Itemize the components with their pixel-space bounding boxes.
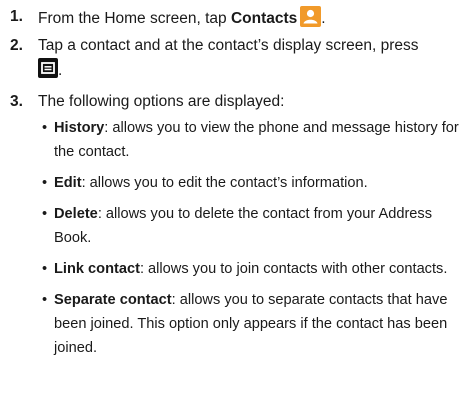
bullet-glyph: • [42, 120, 48, 136]
option-description: : allows you to edit the contact’s infor… [81, 175, 368, 191]
step-number: 3. [10, 93, 23, 110]
bullet-glyph: • [42, 206, 48, 222]
step-suffix: . [321, 10, 326, 27]
bullet-glyph: • [42, 175, 48, 191]
option-term: History [54, 120, 105, 136]
option-description: : allows you to view the phone and messa… [54, 120, 459, 160]
contacts-app-icon [300, 6, 322, 27]
bullet-glyph: • [42, 292, 48, 308]
option-description: : allows you to delete the contact from … [54, 206, 433, 246]
option-term: Link contact [54, 261, 140, 277]
bullet-glyph: • [42, 261, 48, 277]
step-2-continued: . [38, 58, 238, 82]
step-prefix: From the Home screen, tap [38, 10, 231, 27]
menu-key-icon [38, 58, 58, 78]
contacts-label: Contacts [230, 10, 298, 27]
step-number: 1. [10, 8, 23, 25]
option-edit: • Edit: allows you to edit the contact’s … [42, 171, 470, 195]
option-term: Separate contact [54, 292, 172, 308]
step-suffix: . [58, 62, 63, 79]
step-number: 2. [10, 37, 23, 54]
options-list: • History: allows you to view the phone a… [42, 116, 470, 367]
step-text: The following options are displayed: [38, 93, 285, 110]
option-history: • History: allows you to view the phone a… [42, 116, 470, 164]
option-separate-contact: • Separate contact: allows you to separat… [42, 288, 470, 360]
option-term: Delete [54, 206, 98, 222]
step-text: Tap a contact and at the contact’s displ… [38, 37, 419, 54]
option-term: Edit [54, 175, 82, 191]
step-text: From the Home screen, tap Contacts. [38, 6, 472, 30]
instruction-page: 1. From the Home screen, tap Contacts. 2… [0, 0, 472, 395]
option-link-contact: • Link contact: allows you to join contac… [42, 257, 470, 281]
option-description: : allows you to join contacts with other… [139, 261, 448, 277]
option-delete: • Delete: allows you to delete the contac… [42, 202, 470, 250]
